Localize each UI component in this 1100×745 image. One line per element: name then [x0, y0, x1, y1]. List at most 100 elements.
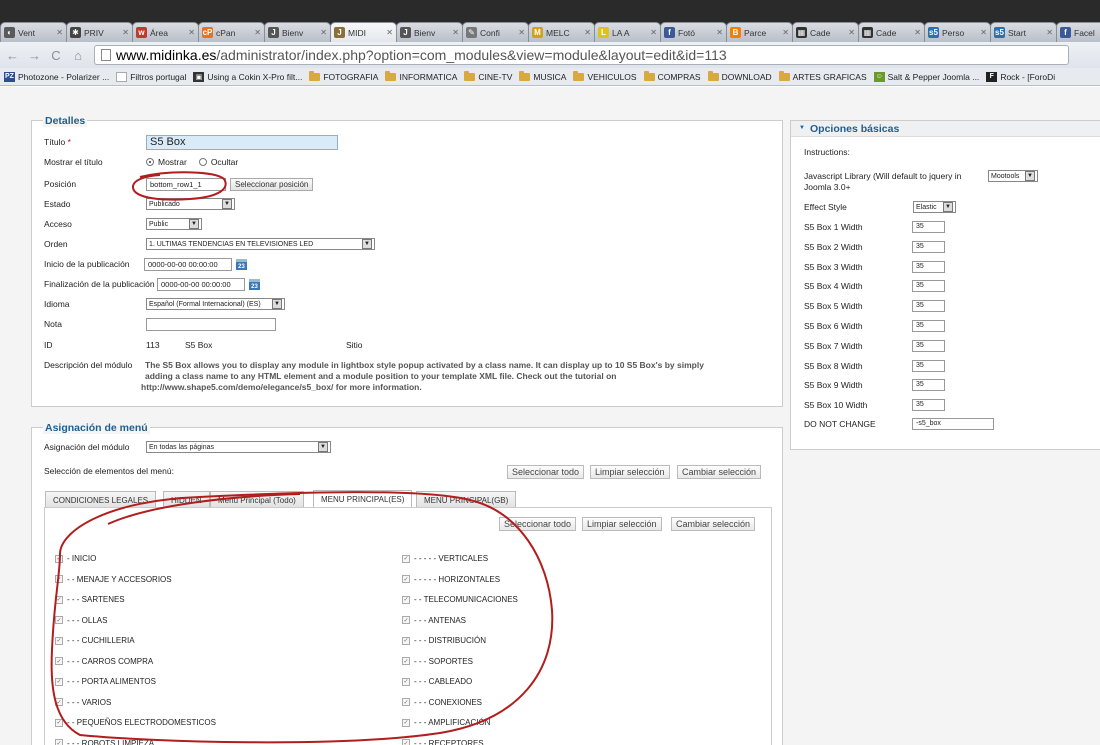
close-icon[interactable]: ✕: [650, 28, 657, 37]
tab-menu[interactable]: MENU PRINCIPAL(ES): [313, 490, 413, 508]
menu-item-checkbox[interactable]: ✓: [402, 698, 410, 706]
browser-tab[interactable]: J MIDI ✕: [330, 22, 397, 42]
module-assignment-select[interactable]: En todas las páginas ▼: [146, 441, 331, 453]
browser-tab[interactable]: ▦ Cade ✕: [792, 22, 859, 42]
browser-tab[interactable]: J Bienv ✕: [264, 22, 331, 42]
home-icon[interactable]: ⌂: [72, 48, 84, 63]
toggle-selection-button[interactable]: Cambiar selección: [677, 465, 762, 479]
inner-toggle-selection-button[interactable]: Cambiar selección: [671, 517, 756, 531]
browser-tab[interactable]: J Bienv ✕: [396, 22, 463, 42]
browser-tab[interactable]: s5 Perso ✕: [924, 22, 991, 42]
close-icon[interactable]: ✕: [1046, 28, 1053, 37]
effect-style-select[interactable]: Elastic ▼: [913, 201, 956, 213]
menu-item-checkbox[interactable]: ✓: [55, 636, 63, 645]
menu-item-checkbox[interactable]: ✓: [55, 718, 63, 727]
note-input[interactable]: [146, 318, 276, 331]
position-input[interactable]: bottom_row1_1: [146, 178, 226, 191]
close-icon[interactable]: ✕: [254, 28, 261, 37]
order-select[interactable]: 1. ULTIMAS TENDENCIAS EN TELEVISIONES LE…: [146, 238, 375, 250]
close-icon[interactable]: ✕: [320, 28, 327, 37]
browser-tab[interactable]: s5 Start ✕: [990, 22, 1057, 42]
select-all-button[interactable]: Seleccionar todo: [507, 465, 585, 479]
browser-tab[interactable]: M MELC ✕: [528, 22, 595, 42]
menu-item-checkbox[interactable]: ✓: [55, 616, 63, 624]
browser-tab[interactable]: w Área ✕: [132, 22, 199, 42]
tab-menu[interactable]: MENU PRINCIPAL(GB): [416, 491, 517, 508]
close-icon[interactable]: ✕: [914, 28, 921, 37]
browser-tab[interactable]: cP cPan ✕: [198, 22, 265, 42]
menu-item-checkbox[interactable]: ✓: [55, 677, 63, 686]
tab-menu[interactable]: CONDICIONES LEGALES: [45, 491, 157, 508]
close-icon[interactable]: ✕: [122, 28, 129, 37]
show-radio[interactable]: [146, 158, 154, 166]
inner-clear-selection-button[interactable]: Limpiar selección: [582, 517, 662, 531]
browser-tab[interactable]: ◐ Vent ✕: [0, 22, 67, 42]
calendar-icon[interactable]: 23: [249, 279, 260, 290]
clear-selection-button[interactable]: Limpiar selección: [590, 465, 670, 479]
forward-icon[interactable]: →: [28, 48, 41, 63]
bookmark-item[interactable]: CINE-TV: [464, 70, 512, 82]
hide-radio[interactable]: [198, 158, 207, 166]
back-icon[interactable]: ←: [6, 48, 19, 63]
calendar-icon[interactable]: 23: [236, 259, 247, 270]
status-select[interactable]: Publicado ▼: [146, 198, 235, 210]
browser-tab[interactable]: ▦ Cade ✕: [858, 22, 925, 42]
box-width-input[interactable]: 35: [912, 339, 945, 352]
menu-item-checkbox[interactable]: ✓: [402, 718, 410, 727]
box-width-input[interactable]: 35: [912, 240, 945, 253]
browser-tab[interactable]: f Fotó ✕: [660, 22, 727, 42]
publish-end-input[interactable]: 0000-00-00 00:00:00: [157, 278, 245, 291]
select-position-button[interactable]: Seleccionar posición: [230, 178, 314, 191]
menu-item-checkbox[interactable]: ✓: [55, 595, 63, 604]
box-width-input[interactable]: 35: [912, 359, 945, 372]
browser-tab[interactable]: fFacel✕: [1056, 22, 1100, 42]
box-width-input[interactable]: 35: [912, 320, 945, 332]
bookmark-item[interactable]: ARTES GRAFICAS: [778, 70, 867, 82]
close-icon[interactable]: ✕: [584, 28, 591, 37]
menu-item-checkbox[interactable]: ✓: [402, 636, 410, 645]
publish-start-input[interactable]: 0000-00-00 00:00:00: [144, 258, 232, 271]
menu-item-checkbox[interactable]: ✓: [55, 698, 63, 706]
address-bar[interactable]: www.midinka.es/administrator/index.php?o…: [94, 45, 1069, 65]
box-width-input[interactable]: 35: [912, 399, 945, 412]
reload-icon[interactable]: C: [50, 48, 62, 63]
close-icon[interactable]: ✕: [56, 28, 63, 37]
tab-menu[interactable]: HIDDEN: [163, 491, 210, 508]
bookmark-item[interactable]: INFORMATICA: [385, 70, 457, 82]
close-icon[interactable]: ✕: [518, 28, 525, 37]
bookmark-item[interactable]: COMPRAS: [643, 70, 701, 82]
tab-menu[interactable]: Menu Principal (Todo): [210, 491, 304, 508]
menu-item-checkbox[interactable]: ✓: [402, 739, 410, 745]
bookmark-item[interactable]: ▣ Using a Cokin X-Pro filt...: [193, 71, 302, 82]
js-library-select[interactable]: Mootools ▼: [988, 170, 1038, 182]
bookmark-item[interactable]: PZ Photozone - Polarizer ...: [4, 71, 109, 82]
menu-item-checkbox[interactable]: ✓: [402, 677, 410, 686]
box-width-input[interactable]: 35: [912, 300, 945, 313]
do-not-change-input[interactable]: -s5_box: [912, 418, 994, 430]
bookmark-item[interactable]: VEHICULOS: [573, 70, 637, 82]
close-icon[interactable]: ✕: [980, 28, 987, 37]
menu-item-checkbox[interactable]: ✓: [55, 739, 63, 745]
access-select[interactable]: Public ▼: [146, 218, 202, 230]
browser-tab[interactable]: ✎ Confi ✕: [462, 22, 529, 42]
menu-item-checkbox[interactable]: ✓: [402, 595, 410, 604]
menu-item-checkbox[interactable]: ✓: [55, 575, 63, 583]
browser-tab[interactable]: ✱ PRIV ✕: [66, 22, 133, 42]
bookmark-item[interactable]: FOTOGRAFIA: [309, 70, 378, 82]
title-input[interactable]: S5 Box: [146, 135, 338, 150]
box-width-input[interactable]: 35: [912, 221, 945, 233]
browser-tab[interactable]: L LA A ✕: [594, 22, 661, 42]
bookmark-item[interactable]: MUSICA: [519, 70, 566, 82]
menu-item-checkbox[interactable]: ✓: [55, 554, 63, 563]
box-width-input[interactable]: 35: [912, 280, 945, 293]
bookmark-item[interactable]: F Rock - [ForoDi: [986, 71, 1055, 82]
close-icon[interactable]: ✕: [716, 28, 723, 37]
close-icon[interactable]: ✕: [452, 28, 459, 37]
close-icon[interactable]: ✕: [782, 28, 789, 37]
browser-tab[interactable]: B Parce ✕: [726, 22, 793, 42]
close-icon[interactable]: ✕: [386, 28, 393, 37]
menu-item-checkbox[interactable]: ✓: [402, 616, 410, 624]
close-icon[interactable]: ✕: [848, 28, 855, 37]
menu-item-checkbox[interactable]: ✓: [402, 657, 410, 665]
bookmark-item[interactable]: DOWNLOAD: [707, 70, 772, 82]
